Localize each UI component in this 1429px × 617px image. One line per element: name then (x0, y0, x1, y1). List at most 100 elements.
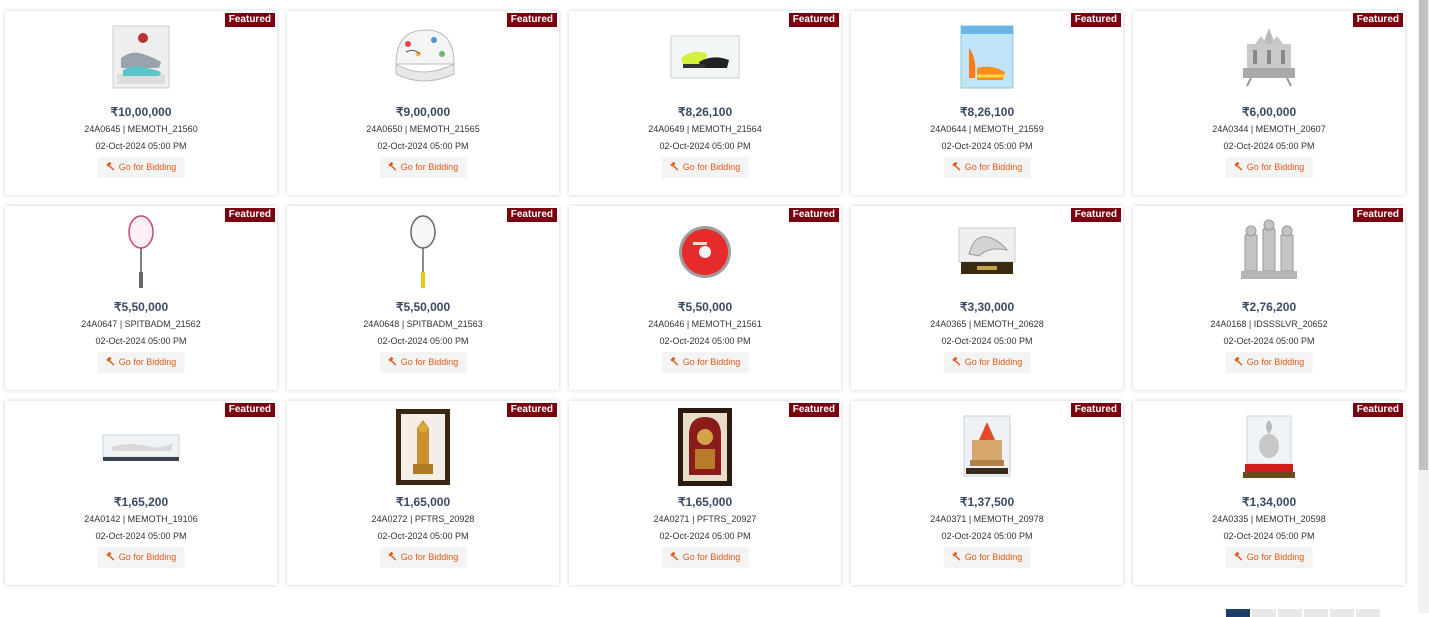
page-button[interactable] (1252, 609, 1276, 617)
auction-card[interactable]: Featured ₹1,65,200 24A0142 | MEMOTH_1910… (5, 401, 277, 585)
gavel-icon (1234, 357, 1247, 367)
item-code: 24A0271 | PFTRS_20927 (653, 514, 757, 524)
auction-date: 02-Oct-2024 05:00 PM (95, 336, 187, 346)
bid-label: Go for Bidding (682, 552, 741, 562)
go-for-bidding-button[interactable]: Go for Bidding (661, 157, 749, 178)
item-code: 24A0335 | MEMOTH_20598 (1212, 514, 1326, 524)
auction-card[interactable]: Featured ₹5,50,000 24A0648 | SPITBADM_21… (287, 206, 559, 390)
item-code: 24A0168 | IDSSSLVR_20652 (1210, 319, 1328, 329)
go-for-bidding-button[interactable]: Go for Bidding (1225, 547, 1313, 568)
auction-card[interactable]: Featured ₹5,50,000 24A0646 | MEMOTH_2156… (569, 206, 841, 390)
gavel-icon (952, 162, 965, 172)
auction-date: 02-Oct-2024 05:00 PM (659, 531, 751, 541)
go-for-bidding-button[interactable]: Go for Bidding (379, 157, 467, 178)
auction-card[interactable]: Featured ₹8,26,100 24A0649 | MEMOTH_2156… (569, 11, 841, 195)
peacock-model-icon[interactable] (947, 216, 1027, 288)
go-for-bidding-button[interactable]: Go for Bidding (1225, 352, 1313, 373)
featured-badge: Featured (1069, 207, 1122, 223)
gavel-icon (670, 162, 683, 172)
discus-icon[interactable] (665, 216, 745, 288)
orange-shoes-box-icon[interactable] (947, 21, 1027, 93)
item-code: 24A0365 | MEMOTH_20628 (930, 319, 1044, 329)
go-for-bidding-button[interactable]: Go for Bidding (97, 547, 185, 568)
page-button[interactable] (1356, 609, 1380, 617)
auction-card[interactable]: Featured ₹2,76,200 24A0168 | IDSSSLVR_20… (1133, 206, 1405, 390)
go-for-bidding-button[interactable]: Go for Bidding (661, 352, 749, 373)
boat-model-icon[interactable] (101, 411, 181, 483)
page-button[interactable] (1278, 609, 1302, 617)
item-code: 24A0648 | SPITBADM_21563 (363, 319, 483, 329)
item-code: 24A0650 | MEMOTH_21565 (366, 124, 480, 134)
bid-label: Go for Bidding (118, 162, 177, 172)
temple-model-icon[interactable] (1229, 21, 1309, 93)
go-for-bidding-button[interactable]: Go for Bidding (943, 352, 1031, 373)
racket-pink-icon[interactable] (101, 215, 181, 288)
item-code: 24A0644 | MEMOTH_21559 (930, 124, 1044, 134)
go-for-bidding-button[interactable]: Go for Bidding (379, 547, 467, 568)
vertical-scrollbar[interactable] (1418, 0, 1429, 613)
item-code: 24A0649 | MEMOTH_21564 (648, 124, 762, 134)
gavel-icon (670, 552, 683, 562)
auction-card[interactable]: Featured ₹1,37,500 24A0371 | MEMOTH_2097… (851, 401, 1123, 585)
auction-date: 02-Oct-2024 05:00 PM (95, 141, 187, 151)
auction-date: 02-Oct-2024 05:00 PM (377, 531, 469, 541)
auction-card[interactable]: Featured ₹1,65,000 24A0271 | PFTRS_20927… (569, 401, 841, 585)
item-price: ₹5,50,000 (395, 300, 451, 314)
auction-card[interactable]: Featured ₹10,00,000 24A0645 | MEMOTH_215… (5, 11, 277, 195)
go-for-bidding-button[interactable]: Go for Bidding (661, 547, 749, 568)
item-price: ₹1,65,000 (395, 495, 451, 509)
featured-badge: Featured (223, 402, 276, 418)
auction-card[interactable]: Featured ₹1,65,000 24A0272 | PFTRS_20928… (287, 401, 559, 585)
go-for-bidding-button[interactable]: Go for Bidding (379, 352, 467, 373)
go-for-bidding-button[interactable]: Go for Bidding (97, 157, 185, 178)
page-button[interactable] (1226, 609, 1250, 617)
scrollbar-thumb[interactable] (1419, 0, 1428, 470)
auction-card[interactable]: Featured ₹6,00,000 24A0344 | MEMOTH_2060… (1133, 11, 1405, 195)
auction-card[interactable]: Featured ₹9,00,000 24A0650 | MEMOTH_2156… (287, 11, 559, 195)
auction-card[interactable]: Featured ₹1,34,000 24A0335 | MEMOTH_2059… (1133, 401, 1405, 585)
kalash-box-icon[interactable] (1229, 411, 1309, 483)
go-for-bidding-button[interactable]: Go for Bidding (943, 547, 1031, 568)
auction-date: 02-Oct-2024 05:00 PM (1223, 531, 1315, 541)
auction-date: 02-Oct-2024 05:00 PM (1223, 336, 1315, 346)
bid-label: Go for Bidding (964, 552, 1023, 562)
page-button[interactable] (1304, 609, 1328, 617)
auction-card[interactable]: Featured ₹3,30,000 24A0365 | MEMOTH_2062… (851, 206, 1123, 390)
auction-card[interactable]: Featured ₹5,50,000 24A0647 | SPITBADM_21… (5, 206, 277, 390)
gavel-icon (388, 162, 401, 172)
item-code: 24A0647 | SPITBADM_21562 (81, 319, 201, 329)
bid-label: Go for Bidding (1246, 357, 1305, 367)
featured-badge: Featured (505, 12, 558, 28)
spike-shoes-box-icon[interactable] (665, 21, 745, 93)
signed-cap-icon[interactable] (383, 21, 463, 93)
gavel-icon (952, 552, 965, 562)
gavel-icon (106, 357, 119, 367)
item-price: ₹8,26,100 (959, 105, 1015, 119)
item-price: ₹1,65,200 (113, 495, 169, 509)
bid-label: Go for Bidding (964, 162, 1023, 172)
featured-badge: Featured (505, 402, 558, 418)
bid-label: Go for Bidding (1246, 162, 1305, 172)
racket-yellow-icon[interactable] (383, 215, 463, 288)
featured-badge: Featured (223, 207, 276, 223)
auction-date: 02-Oct-2024 05:00 PM (95, 531, 187, 541)
bid-label: Go for Bidding (118, 357, 177, 367)
go-for-bidding-button[interactable]: Go for Bidding (943, 157, 1031, 178)
framed-painting-icon[interactable] (665, 408, 745, 486)
item-price: ₹3,30,000 (959, 300, 1015, 314)
featured-badge: Featured (1069, 402, 1122, 418)
temple-box-icon[interactable] (947, 411, 1027, 483)
item-code: 24A0272 | PFTRS_20928 (371, 514, 475, 524)
framed-deity-icon[interactable] (383, 409, 463, 485)
item-price: ₹8,26,100 (677, 105, 733, 119)
shoe-display-icon[interactable] (101, 21, 181, 93)
go-for-bidding-button[interactable]: Go for Bidding (1225, 157, 1313, 178)
featured-badge: Featured (1351, 207, 1404, 223)
page-button[interactable] (1330, 609, 1354, 617)
go-for-bidding-button[interactable]: Go for Bidding (97, 352, 185, 373)
auction-card[interactable]: Featured ₹8,26,100 24A0644 | MEMOTH_2155… (851, 11, 1123, 195)
bid-label: Go for Bidding (400, 357, 459, 367)
featured-badge: Featured (223, 12, 276, 28)
silver-idols-icon[interactable] (1229, 216, 1309, 288)
item-code: 24A0142 | MEMOTH_19106 (84, 514, 198, 524)
